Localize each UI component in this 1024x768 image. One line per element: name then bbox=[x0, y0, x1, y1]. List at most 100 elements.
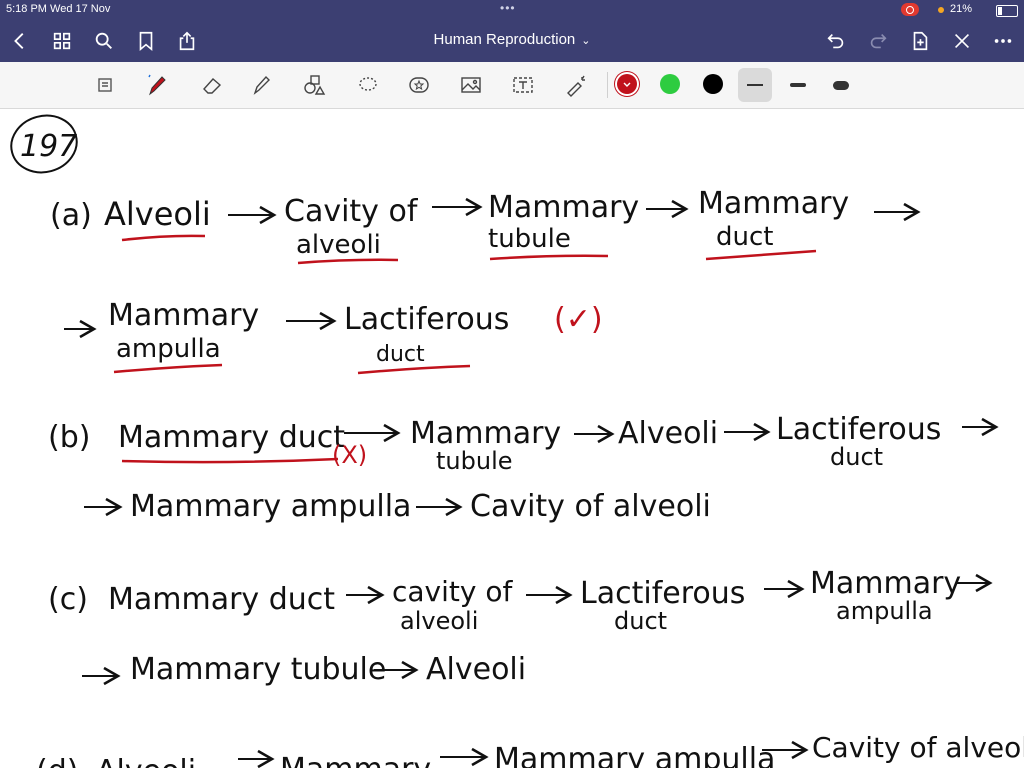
a-lactiferous: Lactiferous bbox=[344, 302, 509, 337]
underline-mark bbox=[121, 457, 339, 464]
thickness-medium-option[interactable] bbox=[781, 68, 815, 102]
a-correct-mark: (✓) bbox=[554, 302, 603, 337]
d-mammary: Mammary bbox=[280, 752, 431, 768]
option-b-label: (b) bbox=[48, 420, 90, 455]
c-cavity-of: cavity of bbox=[392, 575, 513, 608]
a-duct-2: duct bbox=[376, 342, 425, 367]
a-cavity-of: Cavity of bbox=[284, 194, 419, 229]
text-box-icon bbox=[513, 77, 533, 93]
undo-button[interactable] bbox=[822, 27, 850, 55]
shapes-icon bbox=[304, 75, 326, 95]
eraser-tool[interactable] bbox=[196, 70, 228, 100]
b-mammary-duct: Mammary duct bbox=[118, 420, 345, 455]
laser-pointer-tool[interactable] bbox=[560, 70, 592, 100]
color-red-swatch[interactable] bbox=[617, 74, 637, 94]
add-page-icon bbox=[913, 31, 928, 51]
option-a-label: (a) bbox=[50, 198, 92, 233]
c-alveoli: alveoli bbox=[400, 607, 478, 635]
mic-indicator-icon bbox=[938, 7, 944, 13]
color-green-swatch[interactable] bbox=[660, 74, 680, 94]
screen-recording-icon bbox=[901, 3, 919, 16]
image-icon bbox=[461, 77, 481, 93]
a-alveoli-2: alveoli bbox=[296, 230, 381, 260]
underline-mark bbox=[357, 364, 471, 375]
c-mammary-tubule: Mammary tubule bbox=[130, 652, 386, 687]
d-alveoli: Alveoli bbox=[96, 754, 196, 768]
a-mammary-3: Mammary bbox=[108, 298, 259, 333]
battery-percent: 21% bbox=[950, 3, 973, 15]
status-bar: 5:18 PM Wed 17 Nov ••• 21% bbox=[0, 0, 1024, 20]
thin-stroke-icon bbox=[747, 84, 763, 86]
c-mammary-duct: Mammary duct bbox=[108, 582, 335, 617]
a-alveoli: Alveoli bbox=[104, 195, 211, 233]
b-tubule: tubule bbox=[436, 447, 513, 475]
option-c-label: (c) bbox=[48, 582, 88, 617]
add-page-button[interactable] bbox=[906, 27, 934, 55]
c-alveoli-end: Alveoli bbox=[426, 652, 526, 687]
pen-icon bbox=[148, 74, 166, 96]
c-lactiferous: Lactiferous bbox=[580, 576, 745, 611]
underline-mark bbox=[113, 363, 223, 374]
b-lactiferous: Lactiferous bbox=[776, 412, 941, 447]
lasso-tool[interactable] bbox=[352, 70, 384, 100]
chevron-down-icon bbox=[623, 82, 631, 87]
medium-stroke-icon bbox=[790, 83, 806, 87]
underline-mark bbox=[121, 234, 206, 242]
a-mammary-1: Mammary bbox=[488, 190, 639, 225]
option-d-label: (d) bbox=[36, 754, 78, 768]
c-ampulla: ampulla bbox=[836, 597, 933, 625]
multitasking-dots[interactable]: ••• bbox=[500, 1, 516, 15]
lasso-icon bbox=[359, 77, 377, 91]
b-alveoli: Alveoli bbox=[618, 416, 718, 451]
thickness-thin-option[interactable] bbox=[738, 68, 772, 102]
d-cavity-of-alveoli: Cavity of alveoli bbox=[812, 731, 1024, 764]
eraser-icon bbox=[203, 78, 222, 94]
battery-icon bbox=[996, 5, 1018, 17]
underline-mark bbox=[705, 249, 817, 261]
laser-pointer-icon bbox=[567, 75, 585, 97]
c-mammary: Mammary bbox=[810, 566, 961, 601]
note-canvas[interactable]: 197 (a) Alveoli Cavity of alveoli Mammar… bbox=[0, 109, 1024, 768]
close-toolbar-button[interactable] bbox=[948, 27, 976, 55]
handwriting-layer: 197 (a) Alveoli Cavity of alveoli Mammar… bbox=[10, 114, 1024, 768]
highlighter-tool[interactable] bbox=[245, 70, 277, 100]
redo-icon bbox=[870, 33, 887, 49]
page-icon bbox=[98, 78, 112, 92]
b-duct: duct bbox=[830, 443, 883, 471]
chevron-down-icon: ⌄ bbox=[581, 35, 591, 47]
shapes-tool[interactable] bbox=[298, 70, 330, 100]
highlighter-icon bbox=[253, 75, 270, 95]
b-wrong-mark: (X) bbox=[332, 441, 367, 469]
text-tool[interactable] bbox=[507, 70, 539, 100]
underline-mark bbox=[297, 258, 399, 265]
read-only-tool[interactable] bbox=[90, 70, 122, 100]
c-duct: duct bbox=[614, 607, 667, 635]
toolbar-divider bbox=[607, 72, 608, 98]
more-icon bbox=[994, 39, 1012, 43]
b-mammary-ampulla: Mammary ampulla bbox=[130, 489, 411, 524]
pencil-off-icon bbox=[954, 33, 970, 49]
thickness-thick-option[interactable] bbox=[824, 68, 858, 102]
a-mammary-2: Mammary bbox=[698, 186, 849, 221]
more-button[interactable] bbox=[989, 27, 1017, 55]
b-cavity-of-alveoli: Cavity of alveoli bbox=[470, 489, 711, 524]
undo-icon bbox=[827, 33, 844, 49]
pen-tool[interactable] bbox=[141, 70, 173, 100]
a-duct: duct bbox=[716, 222, 773, 252]
document-nav-bar: Human Reproduction ⌄ bbox=[0, 20, 1024, 62]
underline-mark bbox=[489, 254, 609, 261]
drawing-toolbar bbox=[0, 62, 1024, 109]
status-time-date: 5:18 PM Wed 17 Nov bbox=[6, 3, 111, 15]
star-sticker-icon bbox=[409, 77, 429, 93]
a-ampulla: ampulla bbox=[116, 334, 221, 364]
elements-tool[interactable] bbox=[403, 70, 435, 100]
d-mammary-ampulla: Mammary ampulla bbox=[494, 742, 775, 768]
image-tool[interactable] bbox=[455, 70, 487, 100]
redo-button[interactable] bbox=[864, 27, 892, 55]
a-tubule: tubule bbox=[488, 224, 571, 254]
b-mammary: Mammary bbox=[410, 416, 561, 451]
color-black-swatch[interactable] bbox=[703, 74, 723, 94]
thick-stroke-icon bbox=[833, 80, 849, 90]
document-title-text: Human Reproduction bbox=[433, 31, 576, 48]
question-number: 197 bbox=[20, 129, 77, 164]
